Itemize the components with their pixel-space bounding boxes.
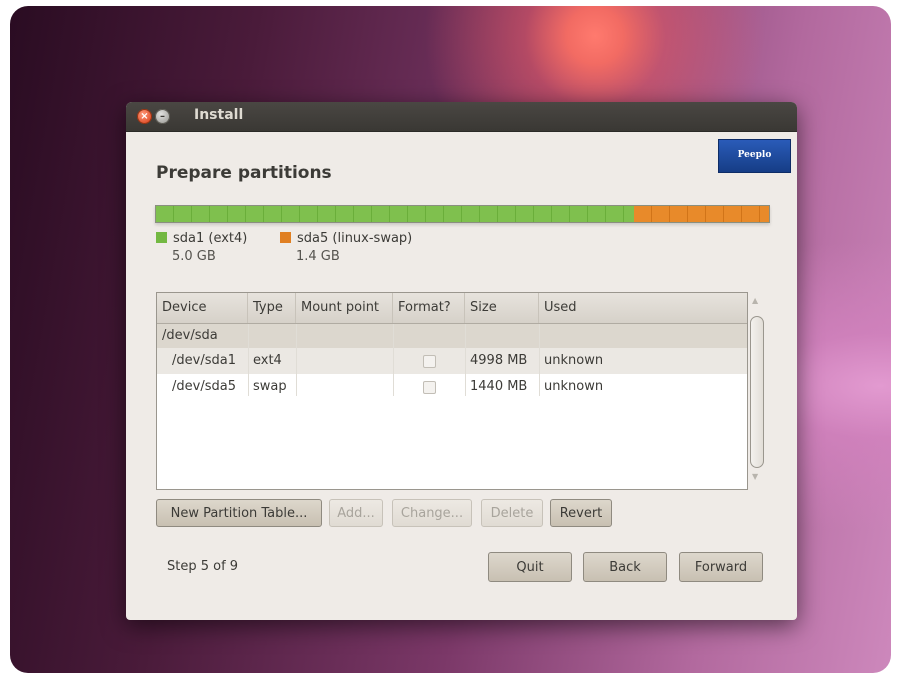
scroll-down-icon[interactable]: ▼ — [752, 472, 758, 481]
revert-button[interactable]: Revert — [550, 499, 612, 527]
new-partition-table-button[interactable]: New Partition Table... — [156, 499, 322, 527]
used-cell: unknown — [544, 353, 604, 368]
table-scrollbar[interactable]: ▲ ▼ — [748, 292, 766, 488]
column-divider — [393, 324, 394, 396]
type-cell: ext4 — [253, 353, 282, 368]
column-divider — [248, 324, 249, 396]
page-title: Prepare partitions — [156, 163, 332, 183]
column-header-device[interactable]: Device — [157, 293, 248, 323]
column-header-format[interactable]: Format? — [393, 293, 465, 323]
logo: Peeplo — [718, 139, 791, 173]
step-indicator: Step 5 of 9 — [167, 559, 239, 574]
close-icon[interactable]: × — [137, 109, 152, 124]
legend-item-sda5: sda5 (linux-swap) 1.4 GB — [280, 231, 412, 264]
change-partition-button[interactable]: Change... — [392, 499, 472, 527]
column-header-type[interactable]: Type — [248, 293, 296, 323]
column-header-mount[interactable]: Mount point — [296, 293, 393, 323]
type-cell: swap — [253, 379, 287, 394]
delete-partition-button[interactable]: Delete — [481, 499, 543, 527]
partition-segment-sda1 — [156, 206, 635, 222]
scroll-up-icon[interactable]: ▲ — [752, 296, 758, 305]
minimize-icon[interactable]: – — [155, 109, 170, 124]
disk-group-row[interactable]: /dev/sda — [157, 324, 747, 348]
used-cell: unknown — [544, 379, 604, 394]
column-header-size[interactable]: Size — [465, 293, 539, 323]
legend-label: sda5 (linux-swap) — [297, 231, 413, 246]
legend-item-sda1: sda1 (ext4) 5.0 GB — [156, 231, 247, 264]
column-divider — [539, 324, 540, 396]
legend-label: sda1 (ext4) — [173, 231, 248, 246]
green-swatch-icon — [156, 232, 167, 243]
table-row[interactable]: /dev/sda1 ext4 4998 MB unknown — [157, 348, 747, 374]
partition-table[interactable]: Device Type Mount point Format? Size Use… — [156, 292, 748, 490]
quit-button[interactable]: Quit — [488, 552, 572, 582]
size-cell: 1440 MB — [470, 379, 528, 394]
back-button[interactable]: Back — [583, 552, 667, 582]
size-cell: 4998 MB — [470, 353, 528, 368]
device-cell: /dev/sda5 — [172, 379, 236, 394]
forward-button[interactable]: Forward — [679, 552, 763, 582]
legend-size: 5.0 GB — [172, 249, 216, 264]
partition-bar — [155, 205, 770, 223]
add-partition-button[interactable]: Add... — [329, 499, 383, 527]
partition-segment-sda5 — [634, 206, 769, 222]
column-divider — [296, 324, 297, 396]
orange-swatch-icon — [280, 232, 291, 243]
device-cell: /dev/sda1 — [172, 353, 236, 368]
disk-label: /dev/sda — [162, 328, 218, 343]
table-header: Device Type Mount point Format? Size Use… — [157, 293, 747, 324]
scrollbar-thumb[interactable] — [750, 316, 764, 468]
format-checkbox[interactable] — [423, 381, 436, 394]
format-checkbox[interactable] — [423, 355, 436, 368]
window-title: Install — [194, 107, 244, 123]
legend-size: 1.4 GB — [296, 249, 340, 264]
installer-window: × – Install Prepare partitions Peeplo sd… — [126, 102, 797, 620]
table-row[interactable]: /dev/sda5 swap 1440 MB unknown — [157, 374, 747, 400]
title-bar[interactable]: × – Install — [126, 102, 797, 132]
column-header-used[interactable]: Used — [539, 293, 747, 323]
column-divider — [465, 324, 466, 396]
